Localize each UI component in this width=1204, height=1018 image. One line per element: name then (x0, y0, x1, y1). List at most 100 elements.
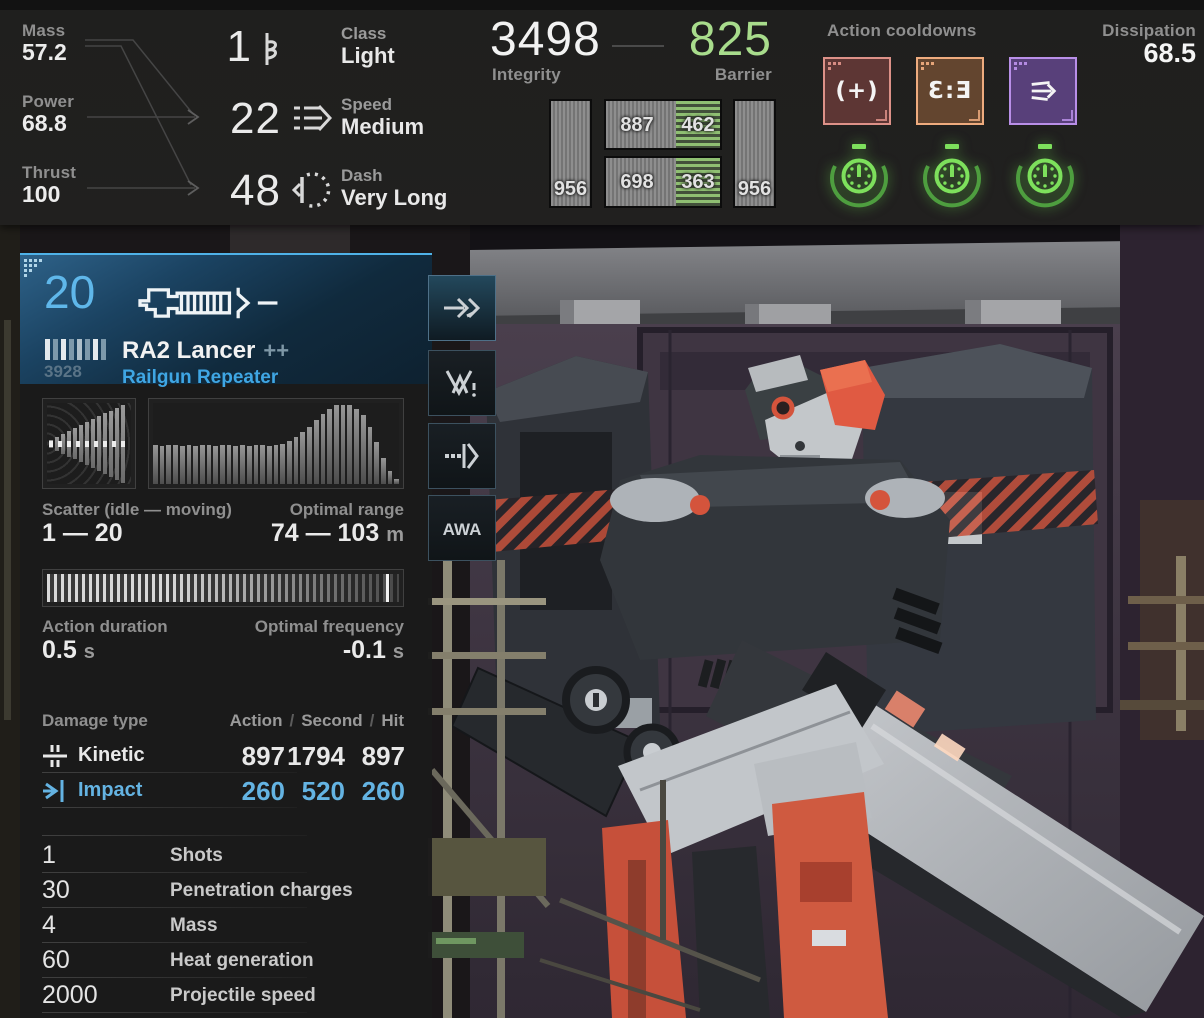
range-histogram-bar (307, 426, 312, 484)
range-histogram-bar (213, 445, 219, 484)
range-histogram-bar (333, 405, 339, 484)
stat-row-penetration-charges: 30 Penetration charges (20, 876, 432, 908)
cooldown-ready-dial-icon (923, 144, 981, 208)
triple-dash-arrow-icon (1031, 81, 1057, 101)
overwatch-action-button[interactable] (428, 350, 496, 416)
damage-value: 897 (361, 741, 405, 771)
range-histogram-bar (340, 404, 346, 484)
range-histogram-bar (246, 445, 252, 484)
power-value: 68.8 (22, 110, 67, 136)
range-histogram-bar (240, 445, 245, 484)
optimal-range-number: 74 — 103 (270, 519, 380, 547)
scatter-graph (42, 398, 136, 489)
range-histogram-bar (280, 443, 286, 484)
action-duration-unit: s (83, 641, 95, 663)
stat-value: 30 (42, 876, 70, 904)
integrity-label: Integrity (492, 65, 561, 84)
row-separator (42, 907, 307, 908)
speed-rating: Medium (341, 114, 425, 139)
range-histogram-bar (387, 471, 393, 484)
dash-fire-action-button[interactable] (428, 423, 496, 489)
damage-type-name: Impact (78, 779, 143, 801)
range-histogram-bar (300, 432, 306, 484)
cooldown-ready-dial-icon (1016, 144, 1074, 208)
range-histogram-bar (287, 441, 292, 484)
range-graph (148, 398, 404, 489)
damage-row-impact: Impact 260 520 260 (20, 776, 432, 808)
fire-action-button[interactable] (428, 275, 496, 341)
range-histogram-bar (380, 458, 386, 484)
range-histogram-bar (260, 445, 265, 484)
stat-label: Penetration charges (170, 880, 353, 901)
weapon-name-text: RA2 Lancer (122, 337, 256, 364)
class-icon (265, 33, 277, 65)
stat-label: Shots (170, 845, 223, 866)
stat-row-heat-generation: 60 Heat generation (20, 946, 432, 978)
stat-value: 60 (42, 946, 70, 974)
range-histogram-bar (186, 445, 192, 484)
scatter-value: 1 — 20 (42, 519, 123, 547)
weapon-name: RA2 Lancer ++ (122, 337, 289, 365)
awa-glyph-icon: AWA (443, 520, 482, 539)
range-histogram-bar (173, 445, 178, 484)
damage-type-header: Damage type (42, 711, 148, 730)
dashed-arrow-bar-icon (445, 443, 479, 469)
range-histogram-bar (374, 441, 379, 484)
row-separator (42, 942, 307, 943)
speed-label: Speed (341, 95, 393, 114)
railgun-icon (138, 287, 278, 319)
duration-marker (386, 574, 389, 602)
range-histogram (153, 403, 399, 484)
action-duration-bar (42, 569, 404, 607)
action-duration-label: Action duration (42, 617, 168, 636)
optimal-frequency-value: -0.1 s (180, 636, 404, 665)
barrier-label: Barrier (714, 65, 772, 84)
impact-damage-icon (42, 778, 68, 804)
speed-icon (294, 104, 332, 132)
arrow-right-icon (444, 297, 481, 319)
stat-row-projectile-speed: 2000 Projectile speed (20, 981, 432, 1013)
cooldown-ready-dial-icon (830, 144, 888, 208)
damage-type-name: Kinetic (78, 744, 145, 766)
dash-rating: Very Long (341, 185, 448, 210)
equipment-slot-1[interactable]: (+) (823, 57, 891, 125)
integrity-value: 3498 (490, 13, 601, 66)
class-rating: Light (341, 43, 395, 68)
row-separator (42, 1012, 307, 1013)
stat-value: 4 (42, 911, 56, 939)
equipment-slot-2-icon: Ɛ:Ǝ (928, 78, 972, 104)
power-label: Power (22, 92, 75, 111)
weapon-upgrade-marks: ++ (263, 338, 290, 363)
column-slash: / (289, 711, 295, 730)
equipment-slot-2[interactable]: Ɛ:Ǝ (916, 57, 984, 125)
dash-value: 48 (230, 166, 281, 215)
action-duration-value: 0.5 s (42, 636, 95, 665)
class-value: 1 (226, 22, 252, 71)
torso-block: 887 462 (604, 99, 722, 150)
range-histogram-bar (293, 437, 299, 484)
range-histogram-bar (253, 445, 259, 484)
range-histogram-bar (394, 479, 399, 484)
equipment-slot-1-icon: (+) (835, 78, 879, 104)
thrust-label: Thrust (22, 163, 77, 182)
ammo-count: 3928 (44, 362, 82, 381)
duration-stripes (47, 574, 399, 602)
range-histogram-bar (206, 445, 212, 484)
top-status-bar: Mass 57.2 Power 68.8 Thrust 100 1 Class … (0, 0, 1204, 225)
range-histogram-bar (193, 445, 198, 484)
damage-columns-header: Action / Second / Hit (170, 711, 404, 731)
dissipation-value: 68.5 (1143, 38, 1196, 68)
optimal-frequency-label: Optimal frequency (254, 617, 404, 636)
optimal-frequency-number: -0.1 (342, 636, 386, 664)
weapon-header: 20 3928 RA2 Lancer ++ Railgun Repeater (20, 253, 432, 388)
range-histogram-bar (354, 408, 359, 484)
row-separator (42, 772, 297, 773)
dash-label: Dash (341, 166, 383, 185)
core-barrier-hp: 363 (681, 171, 715, 193)
damage-column-action: Action (229, 711, 283, 730)
weapon-type: Railgun Repeater (122, 367, 279, 388)
melee-action-button[interactable]: AWA (428, 495, 496, 561)
kinetic-damage-icon (42, 743, 68, 769)
range-histogram-bar (226, 445, 232, 484)
game-screen: { "top_bar": { "mobility": { "inputs": [… (0, 0, 1204, 1018)
